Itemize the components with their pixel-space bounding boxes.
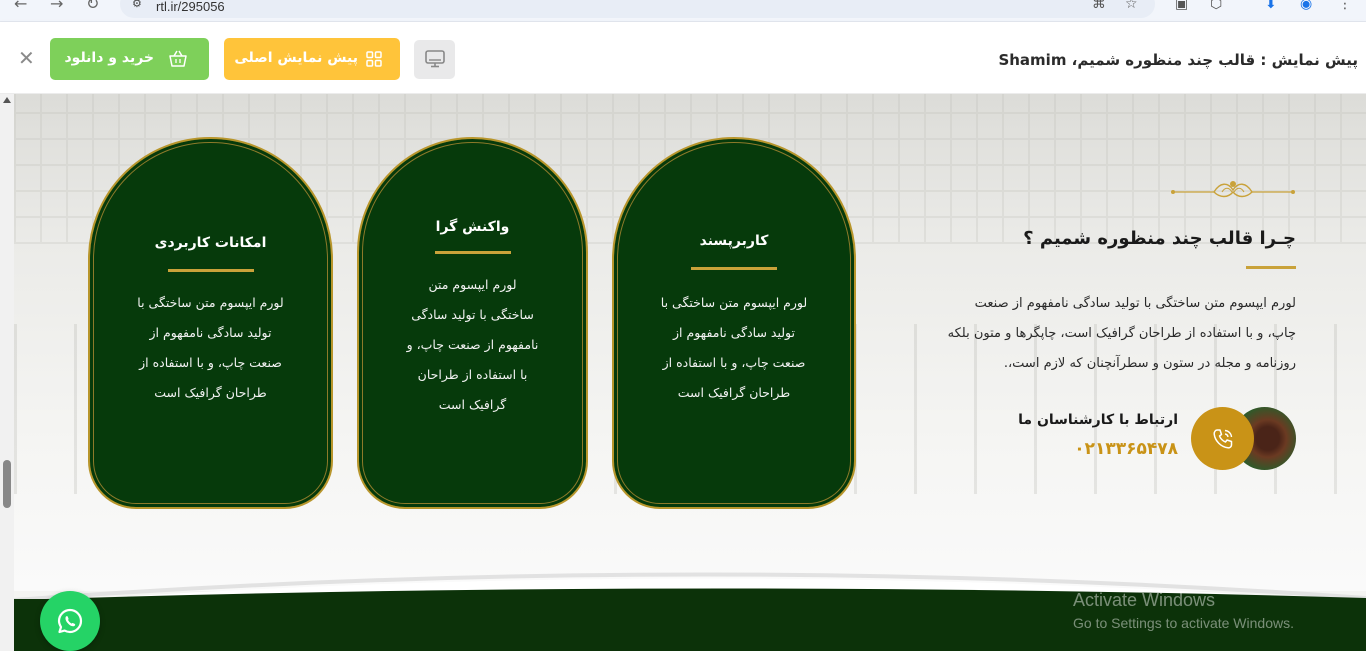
- scroll-up-arrow-icon[interactable]: [3, 97, 11, 103]
- watermark-title: Activate Windows: [1073, 590, 1216, 610]
- phone-icon: [1213, 429, 1233, 449]
- card-text-line: صنعت چاپ، و با استفاده از: [139, 355, 282, 370]
- windows-activation-watermark: Activate Windows Go to Settings to activ…: [1073, 590, 1294, 631]
- card-text-line: تولید سادگی نامفهوم از: [149, 325, 272, 340]
- device-toggle-button[interactable]: [414, 40, 455, 79]
- card-divider: [434, 251, 511, 254]
- monitor-icon: [425, 50, 445, 68]
- back-arrow-icon[interactable]: ←: [14, 0, 27, 13]
- preview-header: پیش نمایش : قالب چند منظوره شمیم، Shamim…: [0, 22, 1366, 94]
- card-divider: [167, 269, 254, 272]
- contact-label: ارتباط با کارشناسان ما: [1018, 412, 1178, 428]
- card-divider: [691, 267, 777, 270]
- why-heading-underline: [1246, 266, 1296, 269]
- card-text-line: ساختگی با تولید سادگی: [411, 307, 534, 322]
- menu-dots-icon[interactable]: ⋮: [1338, 0, 1352, 12]
- page-scrollbar[interactable]: [0, 94, 14, 651]
- feature-card-practical-features: امکانات کاربردی لورم ایپسوم متن ساختگی ب…: [88, 137, 333, 509]
- puzzle-icon[interactable]: ⬡: [1210, 0, 1222, 12]
- card-text-line: گرافیک است: [438, 397, 507, 412]
- site-info-icon[interactable]: ⚙: [132, 0, 142, 10]
- close-icon[interactable]: ✕: [18, 48, 35, 68]
- translate-icon[interactable]: ⌘: [1092, 0, 1106, 12]
- card-title: واکنش گرا: [435, 219, 510, 235]
- card-text-line: صنعت چاپ، و با استفاده از: [662, 355, 806, 370]
- bookmark-star-icon[interactable]: ☆: [1125, 0, 1138, 12]
- feature-card-responsive: واکنش گرا لورم ایپسوم متن ساختگی با تولی…: [357, 137, 588, 509]
- feature-card-user-friendly: کاربرپسند لورم ایپسوم متن ساختگی با تولی…: [612, 137, 856, 509]
- card-text-line: با استفاده از طراحان: [417, 367, 528, 382]
- buy-download-button[interactable]: خرید و دانلود: [50, 38, 209, 80]
- card-text-line: لورم ایپسوم متن ساختگی با: [137, 295, 284, 310]
- address-url[interactable]: rtl.ir/295056: [156, 0, 225, 14]
- card-text: لورم ایپسوم متن ساختگی با تولید سادگی نا…: [359, 270, 586, 420]
- card-text-line: نامفهوم از صنعت چاپ، و: [406, 337, 539, 352]
- why-line: چاپ، و با استفاده از طراحان گرافیک است، …: [947, 326, 1296, 341]
- phone-call-button[interactable]: [1191, 407, 1254, 470]
- card-text-line: لورم ایپسوم متن ساختگی با: [660, 295, 808, 310]
- extension-icon[interactable]: ▣: [1175, 0, 1188, 12]
- browser-toolbar: ← → ↻ ⚙ rtl.ir/295056 ⌘ ☆ ▣ ⬡ ⬇ ◉ ⋮: [0, 0, 1366, 22]
- scrollbar-thumb[interactable]: [3, 460, 11, 508]
- why-line: روزنامه و مجله در ستون و سطرآنچنان که لا…: [1003, 356, 1296, 371]
- basket-icon: [169, 50, 187, 67]
- main-preview-label: پیش نمایش اصلی: [234, 50, 358, 66]
- profile-icon[interactable]: ◉: [1300, 0, 1312, 12]
- ornament-divider-icon: [1171, 181, 1295, 198]
- card-title: امکانات کاربردی: [154, 235, 267, 251]
- download-icon[interactable]: ⬇: [1265, 0, 1277, 12]
- contact-phone-number[interactable]: ۰۲۱۳۳۶۵۴۷۸: [1074, 439, 1178, 459]
- watermark-subtitle: Go to Settings to activate Windows.: [1073, 615, 1294, 631]
- grid-icon: [366, 51, 382, 67]
- buy-download-label: خرید و دانلود: [64, 50, 154, 66]
- card-text-line: طراحان گرافیک است: [677, 385, 791, 400]
- whatsapp-icon: [57, 608, 83, 634]
- forward-arrow-icon[interactable]: →: [50, 0, 63, 13]
- card-text: لورم ایپسوم متن ساختگی با تولید سادگی نا…: [90, 288, 331, 408]
- page-title: پیش نمایش : قالب چند منظوره شمیم، Shamim: [998, 51, 1358, 69]
- why-heading: چـرا قالب چند منظوره شمیم ؟: [1023, 228, 1296, 249]
- card-text-line: تولید سادگی نامفهوم از: [673, 325, 795, 340]
- card-text-line: لورم ایپسوم متن: [428, 277, 517, 292]
- why-line: لورم ایپسوم متن ساختگی با تولید سادگی نا…: [974, 296, 1296, 311]
- reload-icon[interactable]: ↻: [86, 0, 99, 13]
- why-paragraph: لورم ایپسوم متن ساختگی با تولید سادگی نا…: [916, 289, 1296, 379]
- page-content: کاربرپسند لورم ایپسوم متن ساختگی با تولی…: [0, 94, 1366, 651]
- main-preview-button[interactable]: پیش نمایش اصلی: [224, 38, 400, 80]
- card-title: کاربرپسند: [699, 233, 769, 249]
- address-bar[interactable]: ⚙ rtl.ir/295056: [120, 0, 1155, 18]
- card-text: لورم ایپسوم متن ساختگی با تولید سادگی نا…: [614, 288, 854, 408]
- whatsapp-chat-button[interactable]: [40, 591, 100, 651]
- card-text-line: طراحان گرافیک است: [154, 385, 267, 400]
